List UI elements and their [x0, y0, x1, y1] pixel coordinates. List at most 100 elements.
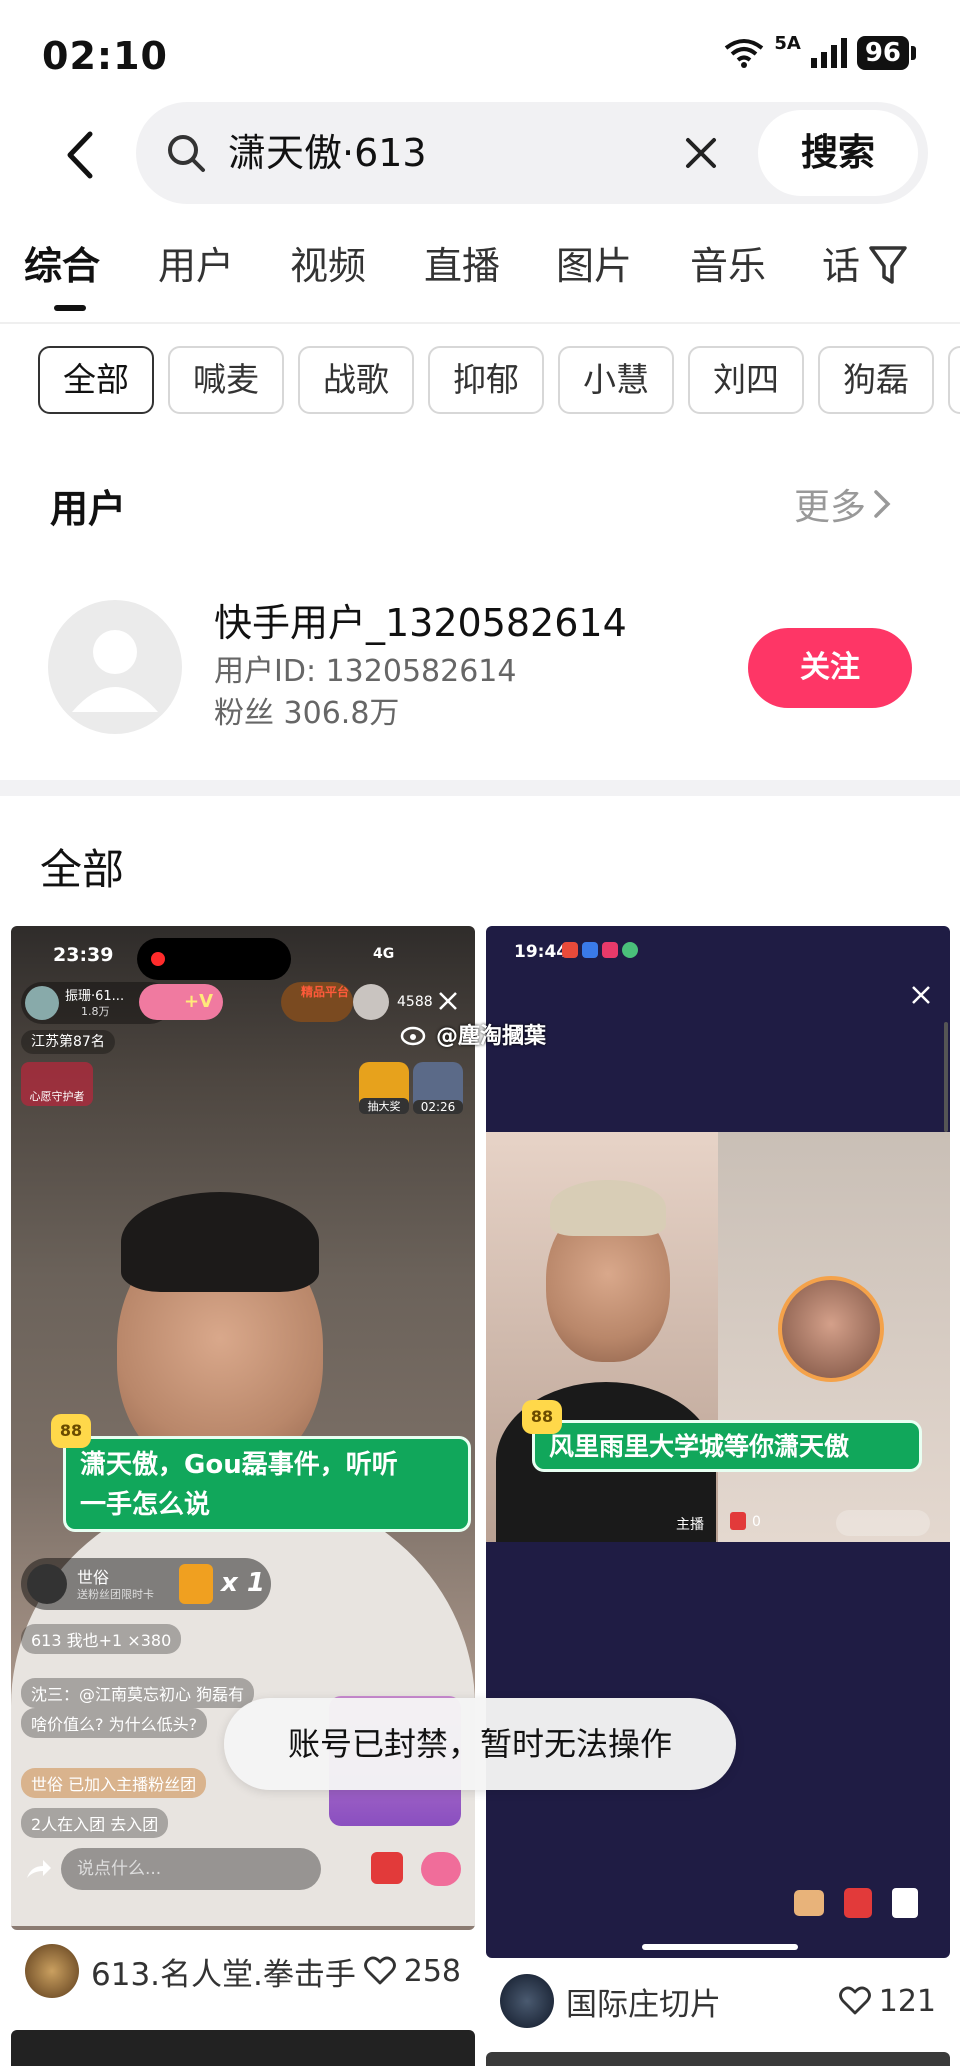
status-time: 02:10 — [42, 34, 168, 78]
next-video-card[interactable] — [486, 2052, 950, 2066]
chat-input[interactable]: 说点什么... — [61, 1848, 321, 1890]
overlay-time: 19:44 — [514, 942, 569, 962]
tab-videos[interactable]: 视频 — [290, 236, 366, 296]
wifi-icon — [725, 39, 764, 68]
author-avatar[interactable] — [500, 1974, 554, 2028]
guest-avatar — [778, 1276, 884, 1382]
app-icons — [562, 942, 638, 958]
chip-liusi[interactable]: 刘四 — [688, 346, 804, 414]
overlay-time: 23:39 — [53, 944, 114, 966]
active-tab-indicator — [54, 305, 86, 311]
gift-user-avatar — [27, 1564, 67, 1604]
scrollbar[interactable] — [944, 1022, 948, 1132]
divider — [0, 322, 960, 324]
filter-chips: 全部 喊麦 战歌 抑郁 小慧 刘四 狗磊 — [38, 346, 960, 414]
overlay-network: 4G — [373, 946, 395, 962]
platform-badge: 精品平台 — [281, 982, 353, 1022]
like-heart-icon[interactable] — [421, 1852, 461, 1886]
filter-icon[interactable] — [868, 244, 908, 286]
gift-box-icon[interactable] — [371, 1852, 403, 1884]
home-indicator — [642, 1944, 798, 1950]
caption-bubble: 潇天傲，Gou磊事件，听听 一手怎么说 — [63, 1436, 471, 1532]
tab-images[interactable]: 图片 — [556, 236, 632, 296]
more-label: 更多 — [794, 487, 867, 528]
host-name: 振珊·61... — [65, 989, 125, 1004]
chat-message: 世俗 已加入主播粉丝团 — [21, 1768, 207, 1798]
caption-badge-icon: 88 — [51, 1414, 91, 1448]
tab-music[interactable]: 音乐 — [690, 236, 766, 296]
search-query[interactable]: 潇天傲·613 — [228, 124, 427, 182]
guest-pill — [836, 1510, 930, 1536]
watermark-text: @塵淘摑葉 — [436, 1024, 547, 1049]
battery-icon: 96 — [856, 36, 909, 70]
right-video-pane — [718, 1132, 950, 1542]
next-video-card[interactable] — [11, 2030, 475, 2066]
chat-message: 2人在入团 去入团 — [21, 1808, 169, 1838]
chip-zhange[interactable]: 战歌 — [298, 346, 414, 414]
tab-general[interactable]: 综合 — [24, 236, 100, 296]
gift-banner: 世俗 送粉丝团限时卡 x 1 — [21, 1558, 271, 1610]
chip-goulei[interactable]: 狗磊 — [818, 346, 934, 414]
author-avatar[interactable] — [25, 1944, 79, 1998]
gift-user: 世俗 — [77, 1568, 110, 1587]
chevron-right-icon — [874, 490, 891, 518]
chip-all[interactable]: 全部 — [38, 346, 154, 414]
chip-xiaohui[interactable]: 小慧 — [558, 346, 674, 414]
heart-icon — [838, 1986, 871, 2015]
bottom-tool-icon[interactable] — [794, 1890, 824, 1916]
person-hair — [121, 1192, 319, 1292]
host-avatar — [25, 986, 59, 1020]
clear-icon[interactable] — [680, 132, 722, 174]
chat-message: 啥价值么? 为什么低头? — [21, 1708, 208, 1738]
badge-text: 精品平台 — [300, 985, 349, 999]
countdown-text: 02:26 — [413, 1100, 463, 1114]
guard-badge: 心愿守护者 — [21, 1062, 93, 1106]
network-label: 5A — [774, 32, 801, 54]
tab-live[interactable]: 直播 — [424, 236, 500, 296]
toast-message: 账号已封禁，暂时无法操作 — [224, 1698, 736, 1790]
tab-users[interactable]: 用户 — [158, 236, 234, 296]
gift-box-icon[interactable] — [844, 1888, 872, 1918]
document-icon[interactable] — [892, 1888, 918, 1918]
status-icons: 5A 96 — [724, 32, 916, 70]
like-count[interactable]: 258 — [363, 1954, 461, 1989]
chip-overflow[interactable] — [948, 346, 960, 414]
video-thumbnail[interactable]: 19:44 风里雨里大学城等你潇天傲 88 主播 0 — [486, 926, 950, 1958]
follow-button[interactable]: 关注 — [748, 628, 912, 708]
card-meta: 613.名人堂.拳击手 258 — [11, 1936, 475, 2006]
back-arrow-icon[interactable] — [58, 130, 108, 180]
all-section-title: 全部 — [40, 845, 125, 894]
card-meta: 国际庄切片 121 — [486, 1966, 950, 2036]
card-title[interactable]: 613.名人堂.拳击手 — [91, 1949, 356, 1994]
share-icon[interactable] — [23, 1854, 53, 1884]
status-bar: 02:10 5A 96 — [0, 0, 960, 110]
tab-topics[interactable]: 话 — [822, 236, 860, 296]
host-label: 主播 — [676, 1517, 704, 1533]
card-title[interactable]: 国际庄切片 — [566, 1979, 721, 2024]
search-input[interactable]: 潇天傲·613 搜索 — [136, 102, 928, 204]
user-name[interactable]: 快手用户_1320582614 — [214, 592, 627, 647]
camera-notch — [137, 938, 291, 980]
caption-badge-icon: 88 — [522, 1400, 562, 1434]
host-gift-badge — [730, 1512, 746, 1530]
user-fans: 粉丝 306.8万 — [214, 696, 400, 731]
weibo-logo-icon — [400, 1026, 426, 1046]
countdown-badge: 02:26 — [413, 1062, 463, 1114]
watermark: @塵淘摑葉 — [400, 1018, 546, 1050]
chip-yiyu[interactable]: 抑郁 — [428, 346, 544, 414]
more-users-link[interactable]: 更多 — [794, 478, 892, 530]
viewer-avatar — [353, 984, 389, 1020]
gift-icon — [179, 1564, 213, 1604]
chip-hanmai[interactable]: 喊麦 — [168, 346, 284, 414]
lottery-badge[interactable]: 抽大奖 — [359, 1062, 409, 1114]
users-section-title: 用户 — [50, 487, 127, 531]
like-count[interactable]: 121 — [838, 1984, 936, 2019]
avatar[interactable] — [48, 600, 182, 734]
section-separator — [0, 780, 960, 796]
gift-count: x 1 — [221, 1568, 265, 1598]
battery-tip — [911, 46, 916, 60]
close-icon[interactable] — [437, 990, 459, 1012]
close-icon[interactable] — [910, 984, 932, 1006]
caption-bubble: 风里雨里大学城等你潇天傲 — [532, 1420, 922, 1472]
search-button[interactable]: 搜索 — [758, 110, 918, 196]
